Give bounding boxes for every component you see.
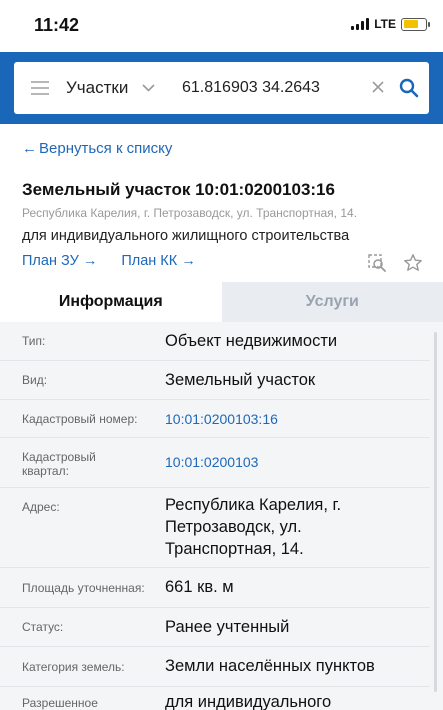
info-row-area: Площадь уточненная: 661 кв. м <box>0 568 430 608</box>
plan-kk-label: План КК <box>121 253 178 269</box>
status-time: 11:42 <box>34 15 80 35</box>
network-type: LTE <box>374 17 396 31</box>
cadastral-number-link[interactable]: 10:01:0200103:16 <box>165 408 415 430</box>
signal-strength-icon <box>351 18 370 30</box>
info-row-permitted-use: Разрешенное для индивидуального <box>0 687 430 710</box>
info-label: Статус: <box>22 620 64 634</box>
info-value: Объект недвижимости <box>165 332 338 350</box>
status-bar: 11:42 LTE <box>0 0 443 52</box>
info-label: Категория земель: <box>22 660 125 674</box>
info-value: Ранее учтенный <box>165 618 290 636</box>
object-purpose: для индивидуального жилищного строительс… <box>22 228 350 244</box>
object-title: Земельный участок 10:01:0200103:16 <box>22 180 335 199</box>
info-value: Республика Карелия, г. Петрозаводск, ул.… <box>165 496 342 558</box>
info-label: Разрешенное <box>22 696 98 710</box>
search-bar-area: Участки 61.816903 34.2643 <box>0 52 443 124</box>
back-to-list-link[interactable]: ← Вернуться к списку <box>22 140 172 157</box>
battery-icon <box>401 17 430 31</box>
menu-icon[interactable] <box>14 62 66 114</box>
info-label: Кадастровый квартал: <box>22 450 96 478</box>
info-scrollbar[interactable] <box>434 332 437 692</box>
plan-zu-label: План ЗУ <box>22 253 79 269</box>
chevron-down-icon <box>142 81 155 95</box>
battery-level <box>403 20 419 28</box>
tab-information[interactable]: Информация <box>0 282 222 322</box>
info-label: Кадастровый номер: <box>22 412 138 426</box>
info-label: Тип: <box>22 334 46 348</box>
arrow-right-icon: → <box>181 253 196 269</box>
info-value: Земли населённых пунктов <box>165 657 375 675</box>
detail-tabs: Информация Услуги <box>0 282 443 322</box>
info-row-status: Статус: Ранее учтенный <box>0 608 430 647</box>
arrow-left-icon: ← <box>22 140 37 157</box>
info-value: Земельный участок <box>165 371 316 389</box>
info-label: Площадь уточненная: <box>22 581 145 595</box>
plan-links: План ЗУ → План КК → <box>22 253 196 269</box>
search-input[interactable]: 61.816903 34.2643 <box>178 79 367 97</box>
status-indicators: LTE <box>351 17 430 31</box>
cadastral-quarter-link[interactable]: 10:01:0200103 <box>165 451 415 473</box>
info-row-type: Тип: Объект недвижимости <box>0 322 430 361</box>
tab-services[interactable]: Услуги <box>221 282 443 322</box>
info-value: 661 кв. м <box>165 578 234 596</box>
info-row-cadastral-number: Кадастровый номер: 10:01:0200103:16 <box>0 400 430 438</box>
object-address: Республика Карелия, г. Петрозаводск, ул.… <box>22 206 358 220</box>
info-row-address: Адрес: Республика Карелия, г. Петрозавод… <box>0 488 430 568</box>
info-label: Адрес: <box>22 500 60 514</box>
plan-zu-link[interactable]: План ЗУ → <box>22 253 97 269</box>
info-row-cadastral-quarter: Кадастровый квартал: 10:01:0200103 <box>0 438 430 488</box>
arrow-right-icon: → <box>82 253 98 269</box>
back-to-list-label: Вернуться к списку <box>39 140 173 157</box>
info-row-kind: Вид: Земельный участок <box>0 361 430 400</box>
object-tools <box>367 253 423 278</box>
info-value: для индивидуального <box>165 693 332 710</box>
close-icon[interactable] <box>367 78 389 99</box>
search-icon[interactable] <box>389 62 429 114</box>
info-label: Вид: <box>22 373 48 387</box>
info-panel: Тип: Объект недвижимости Вид: Земельный … <box>0 322 443 710</box>
info-row-land-category: Категория земель: Земли населённых пункт… <box>0 647 430 687</box>
zoom-to-object-icon[interactable] <box>367 253 387 278</box>
search-box: Участки 61.816903 34.2643 <box>14 62 429 114</box>
plan-kk-link[interactable]: План КК → <box>121 253 195 269</box>
layer-select[interactable]: Участки <box>66 62 178 114</box>
star-icon[interactable] <box>403 253 423 278</box>
layer-select-label: Участки <box>66 78 129 97</box>
